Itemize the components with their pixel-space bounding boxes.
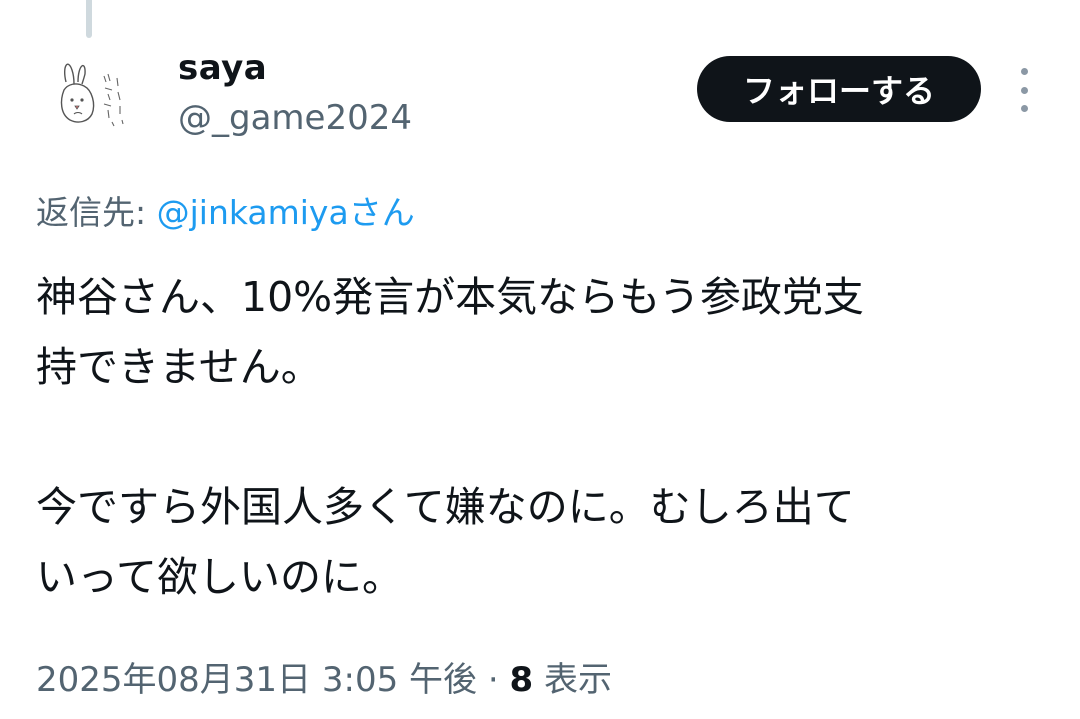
tweet-timestamp-link[interactable]: 2025年08月31日 3:05 午後 bbox=[36, 660, 477, 700]
avatar-rabbit-sketch-icon bbox=[38, 48, 138, 148]
follow-button[interactable]: フォローする bbox=[697, 56, 981, 122]
tweet-line: 今ですら外国人多くて嫌なのに。むしろ出て bbox=[36, 483, 855, 531]
tweet-line: 持できません。 bbox=[36, 343, 322, 391]
avatar[interactable] bbox=[38, 48, 138, 148]
reply-to-mention-handle[interactable]: @jinkamiya bbox=[157, 193, 349, 232]
more-vertical-icon[interactable] bbox=[1012, 68, 1036, 112]
tweet-line: いって欲しいのに。 bbox=[36, 553, 403, 601]
thread-connector-line bbox=[86, 0, 92, 38]
user-handle[interactable]: @_game2024 bbox=[178, 98, 412, 138]
more-dot bbox=[1020, 86, 1028, 94]
user-display-name[interactable]: saya bbox=[178, 48, 267, 88]
tweet-text: 神谷さん、10%発言が本気ならもう参政党支 持できません。 今ですら外国人多くて… bbox=[36, 262, 1046, 612]
views-count: 8 bbox=[509, 660, 534, 700]
reply-to-prefix: 返信先: bbox=[36, 193, 157, 232]
views-label: 表示 bbox=[533, 660, 612, 700]
reply-to-mention-suffix[interactable]: さん bbox=[349, 193, 415, 232]
more-dot bbox=[1020, 68, 1028, 75]
meta-separator: · bbox=[477, 660, 510, 700]
tweet-meta: 2025年08月31日 3:05 午後 · 8 表示 bbox=[36, 652, 612, 701]
reply-to-line: 返信先: @jinkamiyaさん bbox=[36, 186, 415, 234]
tweet-line: 神谷さん、10%発言が本気ならもう参政党支 bbox=[36, 273, 864, 321]
more-dot bbox=[1020, 105, 1028, 112]
reply-to-mention-link[interactable]: @jinkamiyaさん bbox=[157, 193, 415, 232]
